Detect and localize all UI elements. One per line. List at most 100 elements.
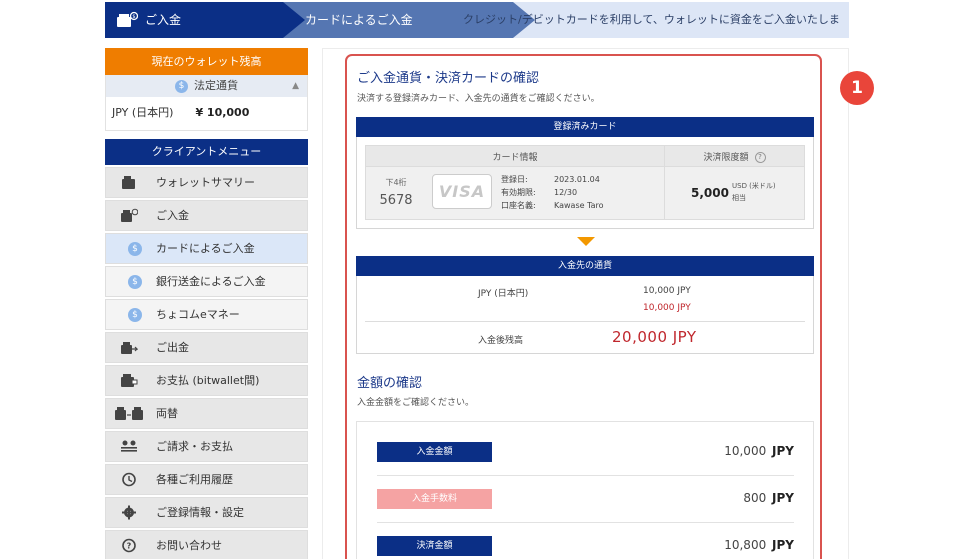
visa-logo: VISA [432,174,492,209]
svg-text:$: $ [132,14,135,20]
breadcrumb-step2-label: カードによるご入金 [305,13,413,27]
card-info-header: カード情報 [365,145,665,167]
deposit-wallet-icon [121,208,138,222]
card-last4: 下4桁 5678 [374,177,418,208]
payment-amount-value: 10,800 JPY [724,538,794,552]
currency-type-toggle[interactable]: $ 法定通貨 ▲ [105,75,308,97]
coin-icon: $ [128,308,142,322]
sidebar-item-label: ご請求・お支払 [156,440,233,453]
question-icon: ? [122,538,136,553]
divider [365,321,805,322]
section-title-amount-confirm: 金額の確認 [357,376,423,391]
deposit-amount-value: 10,000 JPY [724,444,794,458]
deposit-amount-label: 入金金額 [377,442,492,462]
client-menu-header: クライアントメニュー [105,139,308,165]
deposit-fee-value: 800 JPY [743,491,794,505]
sidebar-item-label: ご出金 [156,341,189,354]
reg-date: 2023.01.04 [554,175,600,184]
current-amount: 10,000 JPY [643,286,691,296]
limit-suffix: 相当 [732,194,746,202]
coin-icon: $ [128,242,142,256]
chevron-up-icon[interactable]: ▲ [292,75,299,97]
sidebar-item-label: 各種ご利用履歴 [156,473,233,486]
sidebar-item-label: ちょコムeマネー [156,308,240,321]
balance-row: JPY (日本円) ¥ 10,000 [105,97,308,131]
expiry: 12/30 [554,188,578,197]
amount-number: 800 [743,491,767,505]
divider [377,522,794,523]
exchange-icon [115,407,143,420]
limit-header: 決済限度額? [664,145,805,167]
added-amount: 10,000 JPY [643,303,691,313]
sidebar-item-bank-deposit[interactable]: $ 銀行送金によるご入金 [105,266,308,297]
users-icon [121,440,137,452]
sidebar-item-withdraw[interactable]: ご出金 [105,332,308,363]
sidebar-item-label: お問い合わせ [156,539,222,552]
history-icon [122,472,136,487]
expiry-label: 有効期限: [501,188,536,197]
limit-value: 5,000 [691,186,729,200]
amount-number: 10,800 [724,538,767,552]
last4-value: 5678 [379,193,413,208]
holder-label: 口座名義: [501,201,536,210]
sidebar-item-history[interactable]: 各種ご利用履歴 [105,464,308,495]
reg-date-label: 登録日: [501,175,528,184]
sidebar-item-chocom-emoney[interactable]: $ ちょコムeマネー [105,299,308,330]
sidebar-item-contact[interactable]: ? お問い合わせ [105,530,308,559]
down-arrow-icon [577,237,595,246]
sidebar-item-label: カードによるご入金 [156,242,255,255]
deposit-wallet-icon: $ [117,11,138,27]
sidebar-item-payment[interactable]: お支払 (bitwallet間) [105,365,308,396]
deposit-fee-label: 入金手数料 [377,489,492,509]
limit-header-label: 決済限度額 [703,152,749,163]
sidebar-item-label: 両替 [156,407,178,420]
breadcrumb: $ ご入金 カードによるご入金 クレジット/デビットカードを利用して、ウォレット… [105,2,849,38]
section-desc-confirm-card: 決済する登録済みカード、入金先の通貨をご確認ください。 [357,94,600,104]
balance-currency: JPY (日本円) [112,106,174,119]
sidebar-item-label: ご登録情報・設定 [156,506,244,519]
sidebar-item-label: ウォレットサマリー [156,176,255,189]
balance-amount: ¥ 10,000 [195,106,250,119]
card-details: 登録日: 2023.01.04 有効期限: 12/30 口座名義: Kawase Ta… [501,173,604,212]
transfer-icon [121,374,138,387]
sidebar-item-exchange[interactable]: 両替 [105,398,308,429]
holder-name: Kawase Taro [554,201,604,210]
amount-number: 10,000 [724,444,767,458]
sidebar-item-deposit[interactable]: ご入金 [105,200,308,231]
sidebar-item-billing[interactable]: ご請求・お支払 [105,431,308,462]
sidebar-item-wallet-summary[interactable]: ウォレットサマリー [105,167,308,198]
after-balance-amount: 20,000 JPY [612,328,697,346]
svg-text:?: ? [127,542,132,551]
target-currency-box [356,276,814,354]
sidebar-item-settings[interactable]: ご登録情報・設定 [105,497,308,528]
amount-unit: JPY [772,491,794,505]
target-currency-bar: 入金先の通貨 [356,256,814,276]
help-icon[interactable]: ? [754,151,766,163]
limit-unit: USD (米ドル) 相当 [732,180,776,204]
step-number-badge: 1 [840,71,874,105]
sidebar: 現在のウォレット残高 $ 法定通貨 ▲ JPY (日本円) ¥ 10,000 クライ… [105,48,308,559]
withdraw-icon [121,342,138,354]
sidebar-item-label: 銀行送金によるご入金 [156,275,266,288]
section-desc-amount-confirm: 入金金額をご確認ください。 [357,398,475,408]
sidebar-item-label: お支払 (bitwallet間) [156,374,260,387]
limit-currency: USD (米ドル) [732,182,776,190]
sidebar-item-label: ご入金 [156,209,189,222]
last4-label: 下4桁 [385,178,407,187]
wallet-balance-header: 現在のウォレット残高 [105,48,308,75]
gear-icon [122,505,136,520]
registered-card-bar: 登録済みカード [356,117,814,137]
divider [377,475,794,476]
target-currency-label: JPY (日本円) [478,289,529,299]
coin-icon: $ [175,79,188,93]
after-balance-label: 入金後残高 [478,336,524,346]
coin-icon: $ [128,275,142,289]
breadcrumb-description: クレジット/デビットカードを利用して、ウォレットに資金をご入金いたします [463,13,840,26]
sidebar-item-card-deposit[interactable]: $ カードによるご入金 [105,233,308,264]
amount-unit: JPY [772,538,794,552]
currency-type-label: 法定通貨 [194,79,238,92]
wallet-icon [122,176,135,189]
breadcrumb-step1-label[interactable]: ご入金 [145,2,181,38]
payment-amount-label: 決済金額 [377,536,492,556]
amount-unit: JPY [772,444,794,458]
